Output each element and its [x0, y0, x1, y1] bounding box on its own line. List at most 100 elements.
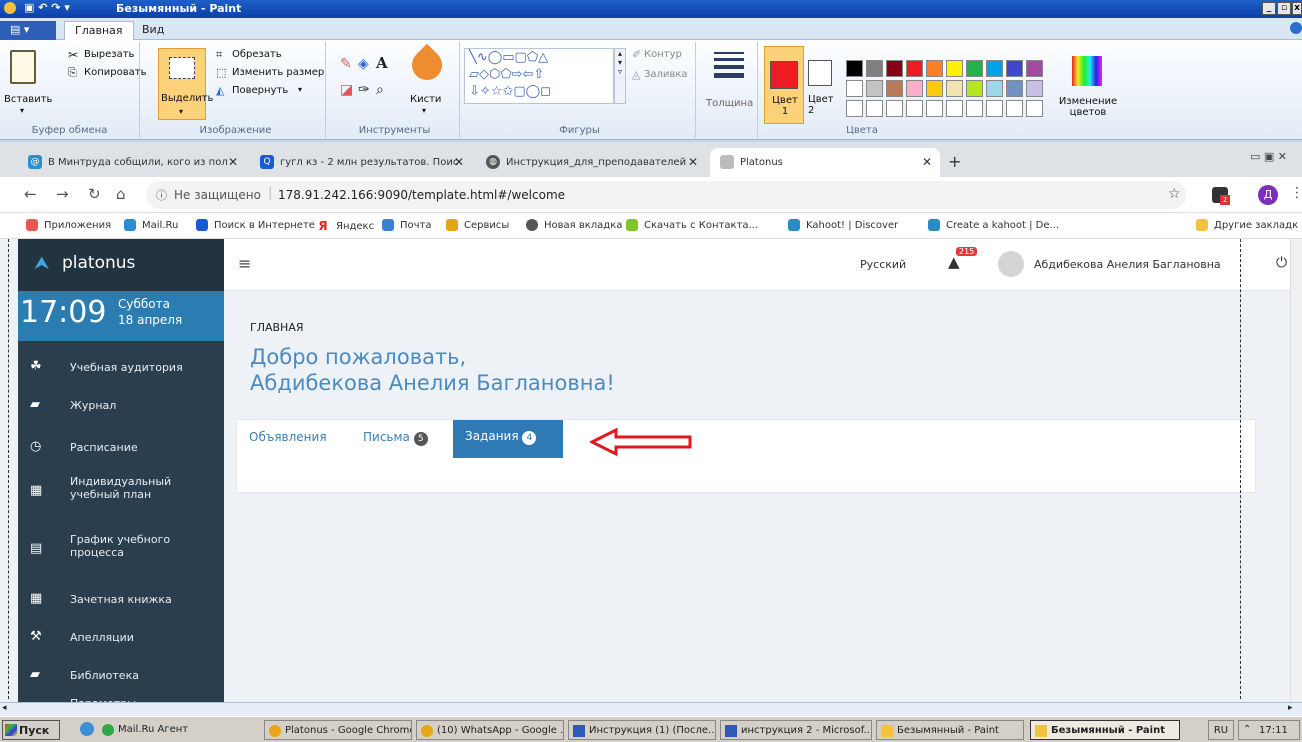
- forward-arrow-icon[interactable]: →: [56, 185, 69, 203]
- close-tab-icon[interactable]: ✕: [688, 155, 698, 169]
- extension-icon[interactable]: 2: [1212, 187, 1230, 205]
- color-swatch[interactable]: [906, 80, 923, 97]
- color-swatch[interactable]: [986, 80, 1003, 97]
- custom-color-swatch[interactable]: [906, 100, 923, 117]
- page-scrollbar[interactable]: [1290, 239, 1302, 715]
- minimize-button[interactable]: _: [1262, 2, 1276, 15]
- tab-tasks[interactable]: Задания 4: [453, 420, 563, 458]
- menu-kebab-icon[interactable]: ⋮: [1290, 185, 1302, 201]
- scroll-right-icon[interactable]: ▸: [1288, 703, 1293, 713]
- sidebar-item-process-schedule[interactable]: ▤ График учебного процесса: [18, 527, 224, 573]
- outline-button[interactable]: Контур: [644, 49, 682, 60]
- bookmark-new-tab[interactable]: Новая вкладка: [526, 219, 622, 231]
- bookmark-vk-download[interactable]: Скачать с Контакта...: [626, 219, 758, 231]
- tray-expand-icon[interactable]: ⌃: [1243, 724, 1251, 735]
- back-arrow-icon[interactable]: ←: [24, 185, 37, 203]
- size-icon[interactable]: [714, 52, 744, 78]
- close-tab-icon[interactable]: ✕: [922, 155, 932, 169]
- custom-color-swatch[interactable]: [966, 100, 983, 117]
- pencil-icon[interactable]: ✎: [340, 56, 352, 72]
- profile-avatar[interactable]: Д: [1258, 185, 1278, 205]
- close-tab-icon[interactable]: ✕: [228, 155, 238, 169]
- start-button[interactable]: Пуск: [2, 720, 60, 740]
- ie-quicklaunch-icon[interactable]: [80, 722, 94, 736]
- taskbar-item-paint-1[interactable]: Безымянный - Paint: [876, 720, 1024, 740]
- bookmark-kahoot-discover[interactable]: Kahoot! | Discover: [788, 219, 898, 231]
- edit-colors-icon[interactable]: [1072, 56, 1102, 86]
- eraser-icon[interactable]: ◪: [340, 82, 353, 98]
- reload-icon[interactable]: ↻: [88, 185, 101, 203]
- paste-icon[interactable]: [10, 50, 36, 84]
- taskbar-item-paint-2[interactable]: Безымянный - Paint: [1030, 720, 1180, 740]
- color-swatch[interactable]: [846, 60, 863, 77]
- language-indicator[interactable]: RU: [1208, 720, 1234, 740]
- language-selector[interactable]: Русский: [860, 258, 906, 271]
- custom-color-swatch[interactable]: [946, 100, 963, 117]
- help-icon[interactable]: [1290, 22, 1302, 34]
- sidebar-item-classroom[interactable]: ☘ Учебная аудитория: [18, 351, 224, 387]
- color-swatch[interactable]: [926, 60, 943, 77]
- paint-app-icon[interactable]: [4, 2, 16, 14]
- bookmark-other[interactable]: Другие закладк: [1196, 219, 1298, 231]
- text-tool-icon[interactable]: A: [376, 54, 388, 72]
- rotate-dropdown-icon[interactable]: ▾: [298, 85, 302, 94]
- url-text[interactable]: 178.91.242.166:9090/template.html#/welco…: [278, 188, 565, 202]
- paste-dropdown-icon[interactable]: ▾: [20, 106, 24, 115]
- taskbar-item-word-1[interactable]: Инструкция (1) (После...: [568, 720, 716, 740]
- color-swatch[interactable]: [886, 60, 903, 77]
- quick-access-toolbar[interactable]: ▣ ↶ ↷ ▾: [24, 1, 104, 17]
- tab-announcements[interactable]: Объявления: [249, 430, 327, 444]
- bookmark-apps[interactable]: Приложения: [26, 219, 111, 231]
- color-swatch[interactable]: [966, 80, 983, 97]
- custom-color-swatch[interactable]: [986, 100, 1003, 117]
- window-controls[interactable]: ▭ ▣ ✕: [1250, 150, 1300, 163]
- color-swatch[interactable]: [986, 60, 1003, 77]
- fill-icon[interactable]: ◈: [358, 56, 369, 72]
- taskbar-item-word-2[interactable]: инструкция 2 - Microsof...: [720, 720, 872, 740]
- resize-button[interactable]: Изменить размер: [232, 67, 324, 78]
- color-swatch[interactable]: [846, 80, 863, 97]
- paste-button[interactable]: Вставить: [4, 94, 52, 105]
- custom-color-swatch[interactable]: [926, 100, 943, 117]
- close-button[interactable]: x: [1292, 2, 1302, 15]
- bookmark-mailru[interactable]: Mail.Ru: [124, 219, 178, 231]
- tab-letters[interactable]: Письма 5: [363, 430, 428, 446]
- browser-tab-instruction[interactable]: ◍ Инструкция_для_преподавателей ✕: [476, 148, 706, 177]
- sidebar-item-schedule[interactable]: ◷ Расписание: [18, 431, 224, 467]
- avatar[interactable]: [998, 251, 1024, 277]
- color-swatch[interactable]: [1006, 80, 1023, 97]
- color-swatch[interactable]: [886, 80, 903, 97]
- color2-swatch[interactable]: [808, 60, 832, 86]
- brushes-dropdown-icon[interactable]: ▾: [422, 106, 426, 115]
- custom-color-swatch[interactable]: [846, 100, 863, 117]
- color-swatch[interactable]: [946, 60, 963, 77]
- rotate-button[interactable]: Повернуть: [232, 85, 288, 96]
- color-swatch[interactable]: [1006, 60, 1023, 77]
- browser-tab-google[interactable]: Qгугл кз - 2 млн результатов. Поис ✕: [250, 148, 472, 177]
- custom-color-swatch[interactable]: [1006, 100, 1023, 117]
- scroll-left-icon[interactable]: ◂: [2, 703, 7, 713]
- brushes-icon[interactable]: [405, 43, 449, 87]
- horizontal-scrollbar[interactable]: ◂ ▸: [0, 702, 1302, 716]
- color-picker-icon[interactable]: ✑: [358, 82, 370, 98]
- bookmark-kahoot-create[interactable]: Create a kahoot | De...: [928, 219, 1059, 231]
- taskbar-item-mailru-agent[interactable]: Mail.Ru Агент: [98, 720, 248, 740]
- color-swatch[interactable]: [946, 80, 963, 97]
- sidebar-item-journal[interactable]: ▰ Журнал: [18, 389, 224, 425]
- file-menu-button[interactable]: ▤ ▾: [0, 21, 56, 40]
- crop-button[interactable]: Обрезать: [232, 49, 282, 60]
- color-swatch[interactable]: [1026, 80, 1043, 97]
- sidebar-item-gradebook[interactable]: ▦ Зачетная книжка: [18, 583, 224, 619]
- select-button[interactable]: Выделить ▾: [158, 48, 213, 120]
- cut-button[interactable]: Вырезать: [84, 49, 134, 60]
- home-icon[interactable]: ⌂: [116, 185, 126, 203]
- color2-button[interactable]: Цвет 2: [808, 94, 836, 116]
- color-swatch[interactable]: [906, 60, 923, 77]
- browser-tab-mintruda[interactable]: @ В Минтруда собщили, кого из пол ✕: [18, 148, 246, 177]
- tab-home[interactable]: Главная: [64, 21, 134, 40]
- fill-button[interactable]: Заливка: [644, 69, 688, 80]
- new-tab-icon[interactable]: +: [948, 152, 961, 171]
- copy-button[interactable]: Копировать: [84, 67, 146, 78]
- color-swatch[interactable]: [1026, 60, 1043, 77]
- maximize-button[interactable]: ▫: [1277, 2, 1291, 15]
